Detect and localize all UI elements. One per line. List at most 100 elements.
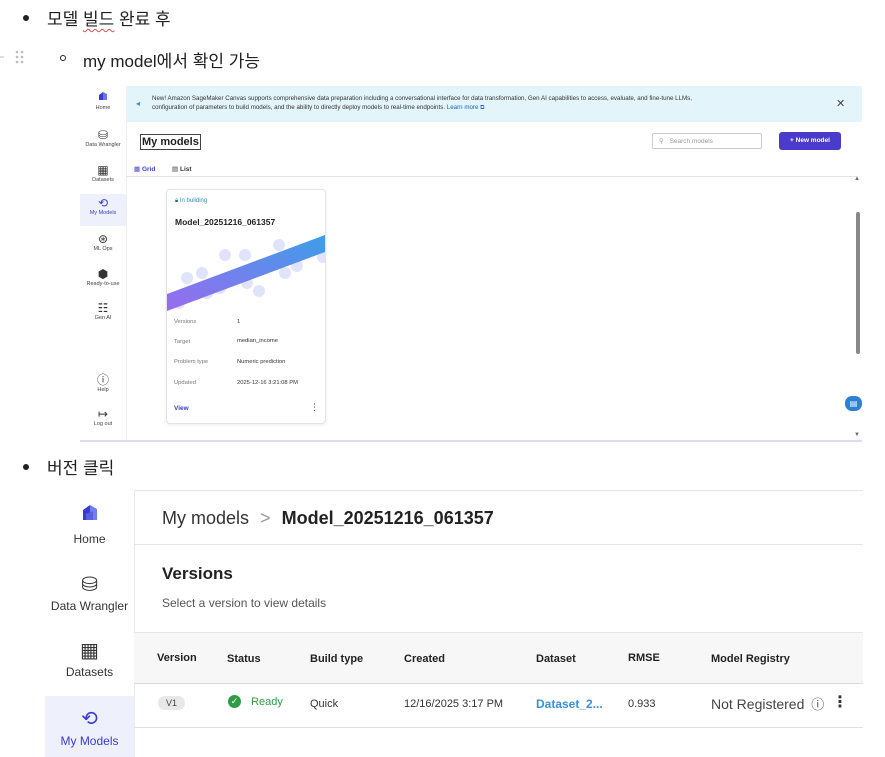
sidebar-item-gen-ai[interactable]: ☷ Gen AI	[80, 301, 126, 322]
sub-bullet-marker	[60, 55, 66, 61]
column-header-rmse[interactable]: RMSE	[628, 652, 660, 664]
column-header-version[interactable]: Version	[157, 652, 197, 664]
column-header-status[interactable]: Status	[227, 653, 261, 665]
sidebar-item-label: ML Ops	[93, 246, 113, 252]
table-header: Version Status Build type Created Datase…	[134, 632, 863, 684]
sidebar: Home ⛁ Data Wrangler ▦ Datasets ⟲ My Mod…	[80, 86, 127, 442]
status-text: In building	[179, 198, 208, 204]
sidebar-item-label: Data Wrangler	[85, 142, 121, 148]
sidebar-item-ready-to-use[interactable]: ⬢ Ready-to-use	[80, 267, 126, 288]
model-illustration	[167, 235, 325, 311]
sidebar-item-my-models[interactable]: ⟲ My Models	[80, 194, 126, 226]
more-options-icon[interactable]: ⋮	[832, 692, 848, 712]
canvas-versions-screenshot: Home ⛁ Data Wrangler ▦ Datasets ⟲ My Mod…	[45, 490, 863, 757]
column-header-model-registry[interactable]: Model Registry	[711, 653, 790, 665]
ready-to-use-icon: ⬢	[97, 267, 109, 281]
sidebar-item-label: Log out	[93, 421, 113, 427]
sidebar-item-label: Gen AI	[94, 315, 112, 321]
sidebar-item-log-out[interactable]: ↦ Log out	[80, 407, 126, 428]
divider	[126, 176, 858, 177]
drag-handle-icon[interactable]	[0, 49, 30, 65]
sidebar-item-help[interactable]: ⓘ Help	[80, 373, 126, 394]
banner-text-line1: New! Amazon SageMaker Canvas supports co…	[152, 95, 692, 102]
table-row[interactable]: V1 ✓ Ready Quick 12/16/2025 3:17 PM Data…	[134, 683, 863, 728]
bullet-marker	[23, 15, 29, 21]
tab-label: Grid	[141, 166, 156, 173]
data-wrangler-icon: ⛁	[97, 128, 109, 142]
sidebar-item-label: Home	[73, 532, 106, 546]
sidebar-item-label: My Models	[89, 210, 117, 216]
new-model-button[interactable]: + New model	[779, 132, 841, 150]
bullet-text: 버전 클릭	[47, 459, 115, 478]
close-icon[interactable]: ✕	[836, 97, 845, 110]
chat-icon[interactable]: ▤	[845, 396, 862, 411]
sidebar-item-datasets[interactable]: ▦ Datasets	[45, 640, 134, 679]
grid-icon: ▦	[134, 166, 141, 173]
rmse-cell: 0.933	[628, 698, 656, 710]
column-header-build-type[interactable]: Build type	[310, 653, 363, 665]
list-icon: ▤	[172, 166, 179, 173]
ml-ops-icon: ⊛	[97, 232, 109, 246]
top-border	[134, 490, 863, 491]
status-cell: ✓ Ready	[228, 695, 283, 708]
view-link[interactable]: View	[174, 405, 189, 412]
sidebar-item-label: Home	[95, 105, 111, 111]
card-label-versions: Versions	[174, 319, 197, 325]
home-icon	[80, 90, 126, 105]
card-label-target: Target	[174, 339, 191, 345]
bullet-text: 모델 빌드 완료 후	[47, 5, 171, 30]
scroll-down-icon[interactable]: ▼	[854, 432, 860, 438]
column-header-dataset[interactable]: Dataset	[536, 653, 576, 665]
bullet-text-prefix: 모델	[47, 10, 84, 29]
search-input[interactable]: ⚲ Search models	[652, 133, 762, 149]
chevron-right-icon: >	[260, 508, 271, 528]
divider	[134, 544, 863, 545]
sub-bullet-text: my model에서 확인 가능	[83, 52, 260, 71]
sidebar-item-data-wrangler[interactable]: ⛁ Data Wrangler	[80, 128, 126, 149]
learn-more-link[interactable]: Learn more	[447, 104, 479, 111]
sidebar-item-datasets[interactable]: ▦ Datasets	[80, 164, 126, 184]
dataset-link[interactable]: Dataset_2...	[536, 697, 603, 711]
build-type-cell: Quick	[310, 698, 339, 710]
canvas-my-models-screenshot: Home ⛁ Data Wrangler ▦ Datasets ⟲ My Mod…	[80, 86, 862, 442]
my-models-icon: ⟲	[97, 196, 109, 210]
search-icon: ⚲	[659, 138, 664, 145]
sidebar-item-ml-ops[interactable]: ⊛ ML Ops	[80, 232, 126, 253]
sidebar-item-home[interactable]: Home	[80, 90, 126, 111]
announcement-banner: ◂ New! Amazon SageMaker Canvas supports …	[126, 86, 862, 122]
sidebar-item-data-wrangler[interactable]: ⛁ Data Wrangler	[45, 574, 134, 613]
tab-list[interactable]: ▤ List	[172, 165, 192, 173]
sidebar-item-label: Data Wrangler	[50, 599, 129, 613]
created-cell: 12/16/2025 3:17 PM	[404, 698, 504, 710]
card-value-problem-type: Numeric prediction	[237, 359, 286, 365]
gen-ai-icon: ☷	[97, 301, 109, 315]
column-header-created[interactable]: Created	[404, 653, 445, 665]
breadcrumb: My models > Model_20251216_061357	[162, 508, 494, 529]
sidebar-item-my-models[interactable]: ⟲ My Models	[45, 696, 134, 757]
info-icon[interactable]: ⓘ	[811, 697, 824, 712]
page-title: My models	[140, 134, 201, 150]
scrollbar[interactable]	[856, 212, 860, 354]
status-badge: 🔒︎ In building	[175, 198, 207, 205]
more-options-icon[interactable]: ⋮	[310, 402, 319, 413]
registry-cell: Not Registered ⓘ	[711, 694, 824, 713]
sidebar-item-label: My Models	[60, 734, 119, 748]
sidebar-item-label: Ready-to-use	[86, 281, 120, 287]
sidebar-item-home[interactable]: Home	[45, 502, 134, 546]
log-out-icon: ↦	[97, 407, 109, 421]
search-placeholder: Search models	[669, 138, 713, 145]
bottom-divider	[80, 440, 862, 442]
breadcrumb-current: Model_20251216_061357	[281, 508, 494, 528]
status-text: Ready	[251, 695, 283, 708]
tab-grid[interactable]: ▦ Grid	[134, 165, 155, 173]
bullet-marker	[23, 464, 29, 470]
model-card[interactable]: 🔒︎ In building Model_20251216_061357 Ver…	[166, 189, 326, 424]
section-title: Versions	[162, 564, 233, 583]
card-value-target: median_income	[237, 338, 278, 344]
help-icon: ⓘ	[96, 373, 109, 387]
external-link-icon: ⧉	[480, 104, 485, 111]
data-wrangler-icon: ⛁	[81, 574, 98, 596]
scroll-up-icon[interactable]: ▲	[854, 176, 860, 182]
breadcrumb-root[interactable]: My models	[162, 508, 249, 528]
home-icon	[45, 502, 134, 529]
